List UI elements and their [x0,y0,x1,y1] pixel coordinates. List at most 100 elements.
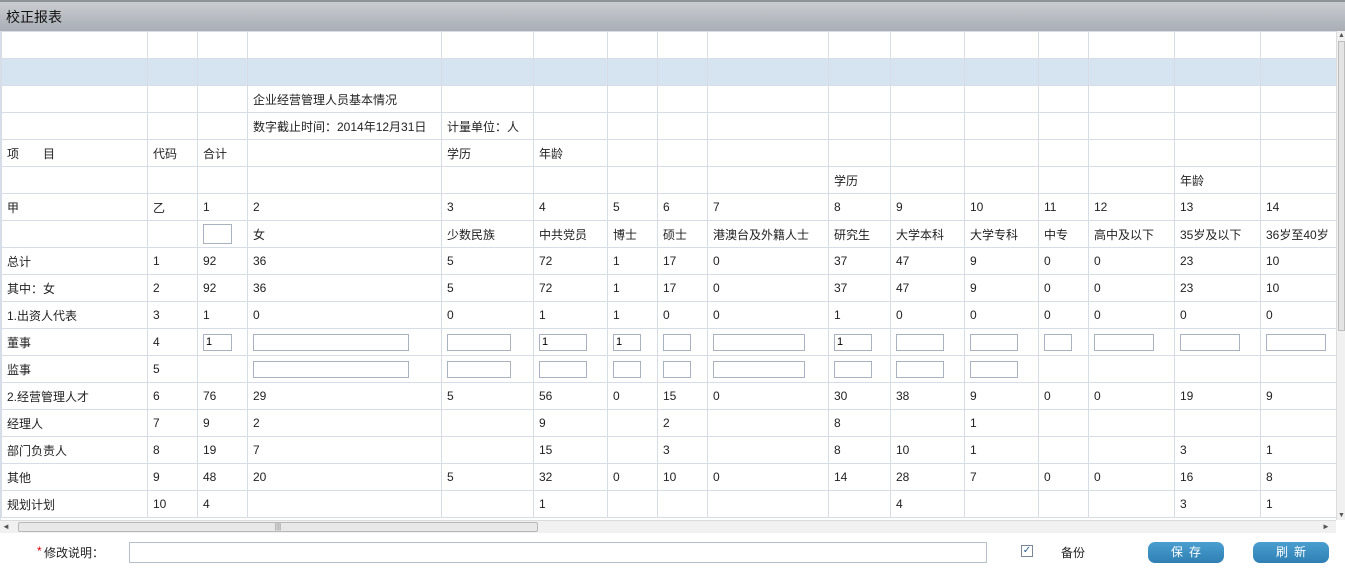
table-cell [707,409,829,437]
header-total: 合计 [197,139,248,167]
table-cell: 20 [247,463,442,491]
table-cell: 56 [533,382,608,410]
scroll-down-icon[interactable]: ▼ [1337,511,1345,520]
vertical-scroll-thumb[interactable] [1338,41,1345,331]
value-input[interactable] [970,360,1018,378]
input-cell [197,355,248,383]
table-cell: 10 [1260,274,1337,302]
row-code: 3 [147,301,198,329]
value-input[interactable] [663,333,691,351]
value-input[interactable] [1266,333,1326,351]
save-button[interactable]: 保存 [1148,542,1224,563]
modification-note-input[interactable] [129,542,987,563]
refresh-button[interactable]: 刷新 [1253,542,1329,563]
table-cell: 0 [1038,382,1089,410]
scroll-up-icon[interactable]: ▲ [1337,31,1345,40]
vertical-scrollbar[interactable]: ▲ ▼ [1336,31,1345,520]
table-cell: 0 [964,301,1039,329]
index-cell: 11 [1038,193,1089,221]
unit-label: 计量单位：人 [441,112,534,140]
table-cell: 0 [890,301,965,329]
input-cell [1174,355,1261,383]
horizontal-scrollbar[interactable]: ◄ ||| ► [0,520,1336,533]
index-cell: 5 [607,193,658,221]
table-cell: 3 [1174,490,1261,518]
table-cell [441,436,534,464]
table-cell [1088,436,1175,464]
value-input[interactable] [834,333,872,351]
value-input[interactable] [539,360,587,378]
row-code: 7 [147,409,198,437]
table-cell: 0 [1088,301,1175,329]
table-cell [964,490,1039,518]
table-cell: 47 [890,274,965,302]
col-header: 硕士 [657,220,708,248]
value-input[interactable] [713,360,805,378]
value-input[interactable] [970,333,1018,351]
table-cell: 23 [1174,247,1261,275]
row-label: 规划计划 [1,490,148,518]
header-code: 代码 [147,139,198,167]
value-input[interactable] [539,333,587,351]
col-header: 大学本科 [890,220,965,248]
value-input[interactable] [447,360,511,378]
report-grid: 企业经营管理人员基本情况 数字截止时间：2014年12月31日 计量单位：人 项… [0,31,1337,520]
value-input[interactable] [1044,333,1072,351]
input-cell [441,328,534,356]
value-input[interactable] [613,333,641,351]
input-cell [247,355,442,383]
value-input[interactable] [203,333,232,351]
report-title-row: 企业经营管理人员基本情况 [1,85,1337,113]
row-label: 其他 [1,463,148,491]
index-cell: 3 [441,193,534,221]
input-cell [890,328,965,356]
selected-row[interactable] [1,58,1337,86]
value-input[interactable] [834,360,872,378]
footer-bar: * 修改说明： ✓ 备份 保存 刷新 [0,533,1345,569]
value-input[interactable] [447,333,511,351]
value-input[interactable] [253,360,409,378]
table-cell: 10 [657,463,708,491]
value-input[interactable] [713,333,805,351]
row-code: 4 [147,328,198,356]
table-cell: 28 [890,463,965,491]
blank-row [1,31,1337,59]
total-header-input[interactable] [203,224,232,244]
value-input[interactable] [896,333,944,351]
col-header: 少数民族 [441,220,534,248]
table-cell [1088,409,1175,437]
input-cell [607,328,658,356]
backup-checkbox[interactable]: ✓ [1021,545,1033,557]
value-input[interactable] [896,360,944,378]
input-cell [657,328,708,356]
table-row: 规划计划 10 4 1 4 3 1 [1,490,1337,518]
table-cell: 0 [1038,301,1089,329]
table-cell [441,409,534,437]
col-header: 中专 [1038,220,1089,248]
table-cell [1038,409,1089,437]
table-cell: 0 [1088,274,1175,302]
input-cell [1088,328,1175,356]
table-cell [828,490,891,518]
table-row: 董事 4 [1,328,1337,356]
value-input[interactable] [663,360,691,378]
input-cell [1260,328,1337,356]
table-cell: 76 [197,382,248,410]
value-input[interactable] [1180,333,1240,351]
table-cell [707,490,829,518]
table-cell: 9 [964,382,1039,410]
value-input[interactable] [253,333,409,351]
row-label: 监事 [1,355,148,383]
horizontal-scroll-thumb[interactable]: ||| [18,522,538,532]
input-cell [1038,355,1089,383]
value-input[interactable] [1094,333,1154,351]
table-cell [890,409,965,437]
header-item: 项 目 [1,139,148,167]
total-input-cell [197,220,248,248]
table-cell: 2 [657,409,708,437]
scroll-left-icon[interactable]: ◄ [0,521,12,533]
value-input[interactable] [613,360,641,378]
table-cell: 15 [533,436,608,464]
scroll-right-icon[interactable]: ► [1320,521,1332,533]
col-header: 中共党员 [533,220,608,248]
